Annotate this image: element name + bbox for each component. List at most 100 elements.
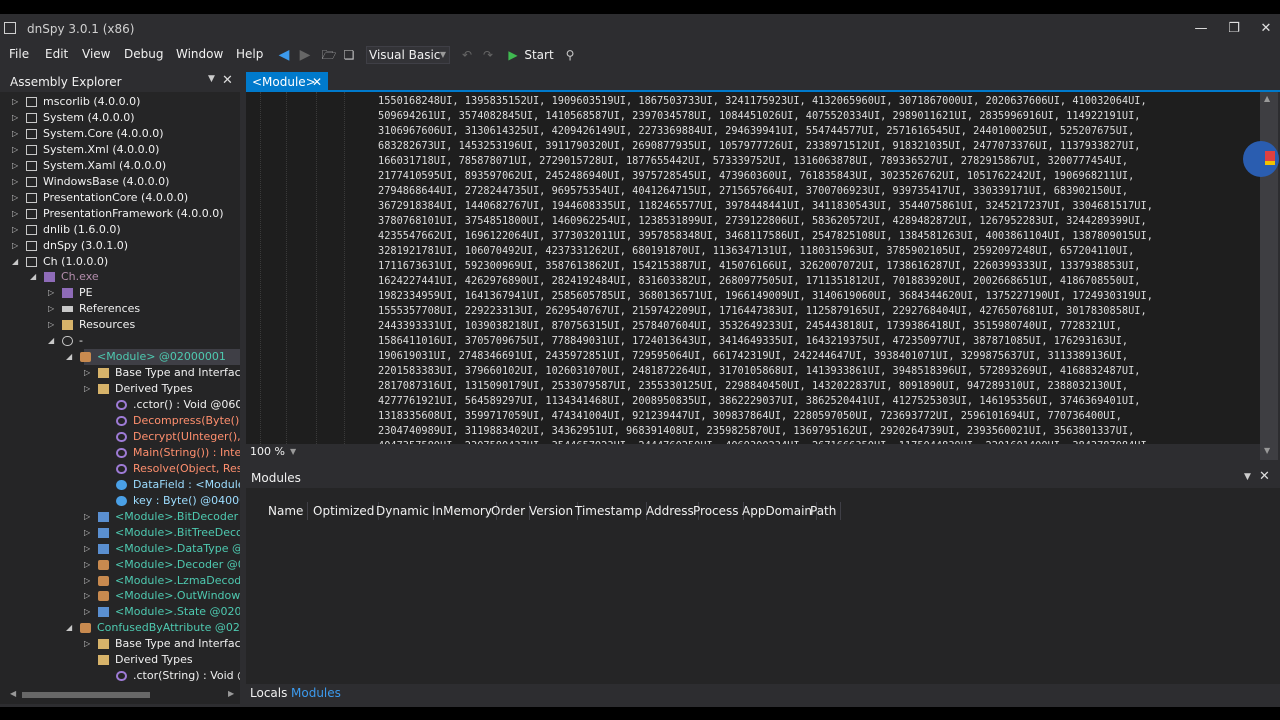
collapse-arrow-icon[interactable]: ◢ — [12, 254, 22, 270]
tree-item[interactable]: ◢ - — [0, 333, 240, 349]
expand-arrow-icon[interactable]: ▷ — [84, 604, 94, 620]
assembly-tree[interactable]: ▷ mscorlib (4.0.0.0) ▷ System (4.0.0.0) ▷ Sys… — [0, 94, 240, 684]
expand-arrow-icon[interactable]: ▷ — [12, 222, 22, 238]
column-header-dynamic[interactable]: Dynamic — [372, 502, 434, 520]
tree-item[interactable]: .ctor(String) : Void @0600 — [0, 668, 240, 684]
expand-arrow-icon[interactable]: ▷ — [84, 509, 94, 525]
tree-item[interactable]: ▷ <Module>.DataType @0 — [0, 541, 240, 557]
horizontal-scroll-thumb[interactable] — [22, 692, 150, 698]
expand-arrow-icon[interactable]: ▷ — [84, 588, 94, 604]
tree-item[interactable]: ◢ <Module> @02000001 — [0, 349, 240, 366]
panel-menu-chevron-icon[interactable]: ▼ — [208, 74, 215, 84]
menu-file[interactable]: File — [9, 47, 29, 61]
expand-arrow-icon[interactable]: ▷ — [84, 525, 94, 541]
tree-item[interactable]: .cctor() : Void @06000005 — [0, 397, 240, 413]
close-window-icon[interactable]: ✕ — [1252, 19, 1280, 39]
expand-arrow-icon[interactable]: ▷ — [12, 158, 22, 174]
tree-item[interactable]: ▷ System.Xml (4.0.0.0) — [0, 142, 240, 158]
minimize-icon[interactable]: — — [1187, 19, 1215, 39]
expand-arrow-icon[interactable]: ▷ — [48, 301, 58, 317]
undo-icon[interactable]: ↶ — [459, 46, 475, 64]
tree-item[interactable]: DataField : <Module>.Da — [0, 477, 240, 493]
column-header-process[interactable]: Process — [689, 502, 744, 520]
tab-module[interactable]: <Module> ✕ — [246, 72, 328, 92]
tree-item[interactable]: ▷ <Module>.BitDecoder @ — [0, 509, 240, 525]
start-play-icon[interactable]: ▶ — [506, 46, 520, 64]
tree-item[interactable]: ◢ ConfusedByAttribute @0200 — [0, 620, 240, 636]
code-editor[interactable]: 1550168248UI, 1395835152UI, 1909603519UI… — [246, 92, 1260, 444]
navigate-forward-icon[interactable]: ▶ — [297, 46, 313, 64]
open-folder-icon[interactable]: 🗁 — [321, 46, 337, 64]
tree-item[interactable]: ▷ System.Core (4.0.0.0) — [0, 126, 240, 142]
tree-item[interactable]: ▷ WindowsBase (4.0.0.0) — [0, 174, 240, 190]
tree-item[interactable]: ▷ dnSpy (3.0.1.0) — [0, 238, 240, 254]
tree-item[interactable]: ▷ Derived Types — [0, 381, 240, 397]
expand-arrow-icon[interactable]: ▷ — [12, 142, 22, 158]
zoom-chevron-down-icon[interactable]: ▼ — [290, 445, 296, 459]
tree-item[interactable]: ▷ <Module>.State @02000 — [0, 604, 240, 620]
tree-item[interactable]: ◢ Ch.exe — [0, 269, 240, 285]
tree-item[interactable]: ◢ Ch (1.0.0.0) — [0, 254, 240, 270]
restore-icon[interactable]: ❐ — [1220, 19, 1248, 39]
tree-item[interactable]: ▷ dnlib (1.6.0.0) — [0, 222, 240, 238]
expand-arrow-icon[interactable]: ▷ — [84, 573, 94, 589]
tree-item[interactable]: Resolve(Object, ResolveE — [0, 461, 240, 477]
tree-item[interactable]: ▷ PresentationCore (4.0.0.0) — [0, 190, 240, 206]
close-panel-icon[interactable]: ✕ — [222, 73, 233, 88]
collapse-arrow-icon[interactable]: ◢ — [30, 269, 40, 285]
expand-arrow-icon[interactable]: ▷ — [12, 190, 22, 206]
expand-arrow-icon[interactable]: ▷ — [84, 381, 94, 397]
expand-arrow-icon[interactable]: ▷ — [84, 365, 94, 381]
panel-menu-chevron-icon[interactable]: ▼ — [1244, 472, 1251, 482]
navigate-back-icon[interactable]: ◀ — [276, 46, 292, 64]
tree-item[interactable]: ▷ <Module>.OutWindow @ — [0, 588, 240, 604]
scroll-down-icon[interactable]: ▼ — [1264, 446, 1270, 455]
tree-item[interactable]: ▷ <Module>.LzmaDecoder — [0, 573, 240, 589]
menu-edit[interactable]: Edit — [45, 47, 68, 61]
expand-arrow-icon[interactable]: ▷ — [12, 126, 22, 142]
scroll-right-icon[interactable]: ▶ — [228, 689, 234, 698]
tree-item[interactable]: ▷ mscorlib (4.0.0.0) — [0, 94, 240, 110]
collapse-arrow-icon[interactable]: ◢ — [66, 620, 76, 636]
tree-item[interactable]: ▷ References — [0, 301, 240, 317]
tree-item[interactable]: ▷ Resources — [0, 317, 240, 333]
expand-arrow-icon[interactable]: ▷ — [84, 557, 94, 573]
tree-item[interactable]: ▷ Base Type and Interfaces — [0, 365, 240, 381]
tree-item[interactable]: ▷ <Module>.Decoder @02 — [0, 557, 240, 573]
collapse-arrow-icon[interactable]: ◢ — [48, 333, 58, 349]
column-header-timestamp[interactable]: Timestamp — [571, 502, 647, 520]
scroll-up-icon[interactable]: ▲ — [1264, 94, 1270, 103]
expand-arrow-icon[interactable]: ▷ — [12, 206, 22, 222]
start-button[interactable]: Start — [524, 46, 554, 64]
menu-view[interactable]: View — [82, 47, 110, 61]
close-tab-icon[interactable]: ✕ — [312, 72, 322, 92]
code-text[interactable]: 1550168248UI, 1395835152UI, 1909603519UI… — [378, 94, 1153, 444]
horizontal-scrollbar[interactable]: ◀ ▶ — [10, 689, 238, 701]
tab-modules[interactable]: Modules — [291, 686, 341, 700]
language-select[interactable]: Visual Basic ▼ — [366, 46, 450, 64]
tree-item[interactable]: ▷ System (4.0.0.0) — [0, 110, 240, 126]
zoom-level[interactable]: 100 % ▼ — [246, 445, 302, 459]
expand-arrow-icon[interactable]: ▷ — [84, 541, 94, 557]
column-header-path[interactable]: Path — [806, 502, 842, 520]
expand-arrow-icon[interactable]: ▷ — [12, 238, 22, 254]
expand-arrow-icon[interactable]: ▷ — [12, 94, 22, 110]
tree-item[interactable]: Decrypt(UInteger(), UInte — [0, 429, 240, 445]
tree-item[interactable]: ▷ PE — [0, 285, 240, 301]
menu-help[interactable]: Help — [236, 47, 263, 61]
tab-locals[interactable]: Locals — [250, 686, 287, 700]
redo-icon[interactable]: ↷ — [480, 46, 496, 64]
collapse-arrow-icon[interactable]: ◢ — [66, 349, 76, 365]
column-header-order[interactable]: Order — [487, 502, 531, 520]
tree-item[interactable]: key : Byte() @04000001 — [0, 493, 240, 509]
column-header-optimized[interactable]: Optimized — [309, 502, 380, 520]
expand-arrow-icon[interactable]: ▷ — [48, 317, 58, 333]
tree-item[interactable]: Main(String()) : Integer @ — [0, 445, 240, 461]
menu-debug[interactable]: Debug — [124, 47, 163, 61]
tree-item[interactable]: ▷ PresentationFramework (4.0.0.0) — [0, 206, 240, 222]
scroll-left-icon[interactable]: ◀ — [10, 689, 16, 698]
column-header-name[interactable]: Name — [264, 502, 309, 520]
tree-item[interactable]: Derived Types — [0, 652, 240, 668]
expand-arrow-icon[interactable]: ▷ — [48, 285, 58, 301]
tree-item[interactable]: Decompress(Byte()) : Byte — [0, 413, 240, 429]
